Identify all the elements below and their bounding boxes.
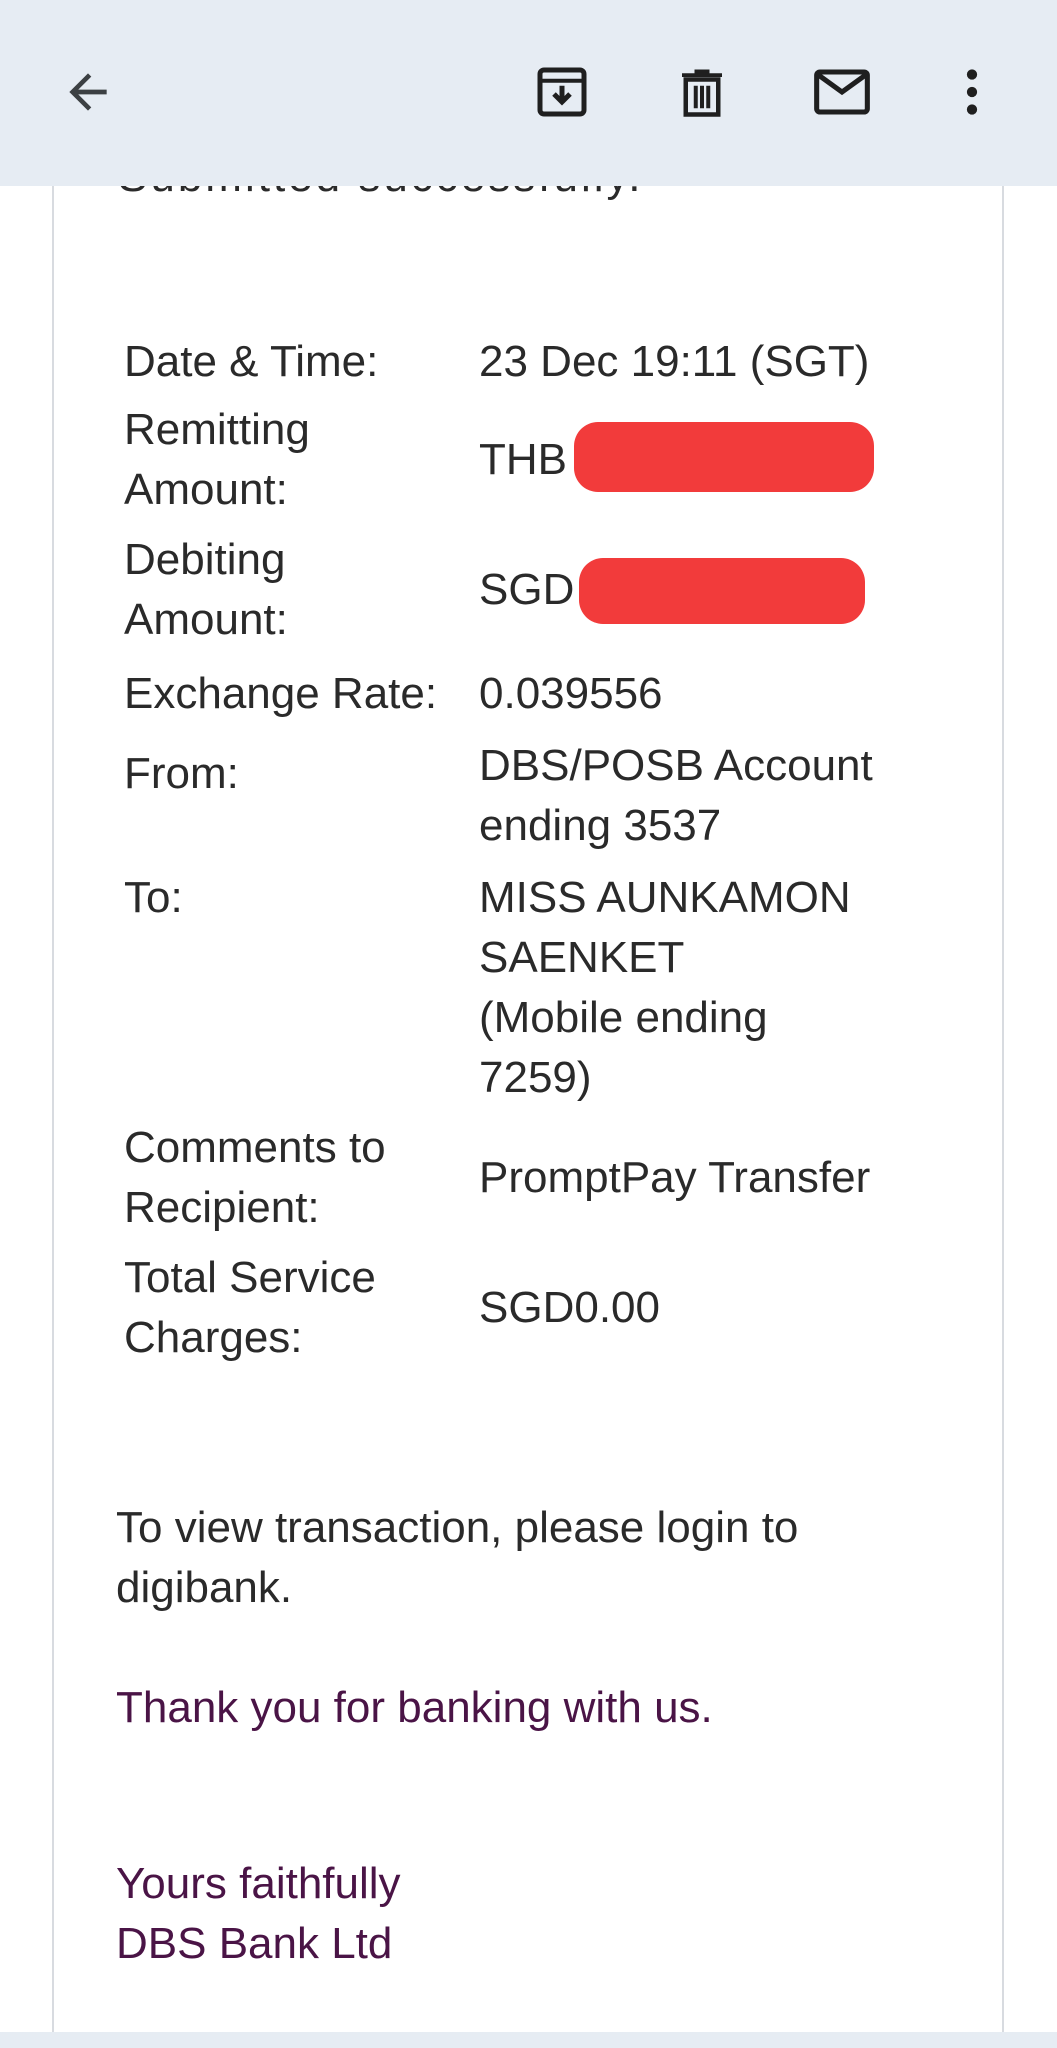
back-button[interactable] [48,52,128,132]
to-value-2: SAENKET [479,933,685,982]
signoff-text: Yours faithfully [116,1859,401,1908]
from-value-2: ending 3537 [479,801,722,850]
mark-unread-button[interactable] [802,52,882,132]
delete-button[interactable] [662,52,742,132]
to-value-4: 7259) [479,1053,592,1102]
trash-icon [682,69,722,117]
from-value: DBS/POSB Account [479,741,873,790]
comments-label: Comments to [124,1123,386,1172]
exchange-rate-label: Exchange Rate: [124,669,438,718]
exchange-rate-value: 0.039556 [479,669,663,718]
debiting-label: Debiting [124,535,286,584]
remitting-label-2: Amount: [124,465,288,514]
archive-icon [537,67,587,117]
mail-icon [814,69,870,115]
bank-name: DBS Bank Ltd [116,1919,393,1968]
remitting-label: Remitting [124,405,310,454]
to-value: MISS AUNKAMON [479,873,851,922]
view-transaction-text-2: digibank. [116,1563,293,1612]
charges-label-2: Charges: [124,1313,303,1362]
arrow-left-icon [69,73,107,111]
charges-label: Total Service [124,1253,376,1302]
to-value-3: (Mobile ending [479,993,768,1042]
debiting-currency: SGD [479,565,575,614]
date-time-label: Date & Time: [124,337,379,386]
app-toolbar [0,0,1057,186]
date-time-value: 23 Dec 19:11 (SGT) [479,337,870,386]
bottom-edge [0,2032,1057,2048]
comments-value: PromptPay Transfer [479,1153,871,1202]
redaction-mark [574,422,874,492]
to-label: To: [124,873,183,922]
from-label: From: [124,749,239,798]
debiting-label-2: Amount: [124,595,288,644]
more-options-button[interactable] [932,52,1012,132]
archive-button[interactable] [522,52,602,132]
thank-you-text: Thank you for banking with us. [116,1683,713,1732]
comments-label-2: Recipient: [124,1183,320,1232]
remitting-currency: THB [479,435,567,484]
more-vert-icon [966,69,978,115]
redaction-mark [579,558,865,624]
email-body: Submitted successfully. Date & Time: 23 … [52,186,1004,2048]
charges-value: SGD0.00 [479,1283,660,1332]
status-line: Submitted successfully. [118,186,643,202]
view-transaction-text: To view transaction, please login to [116,1503,799,1552]
